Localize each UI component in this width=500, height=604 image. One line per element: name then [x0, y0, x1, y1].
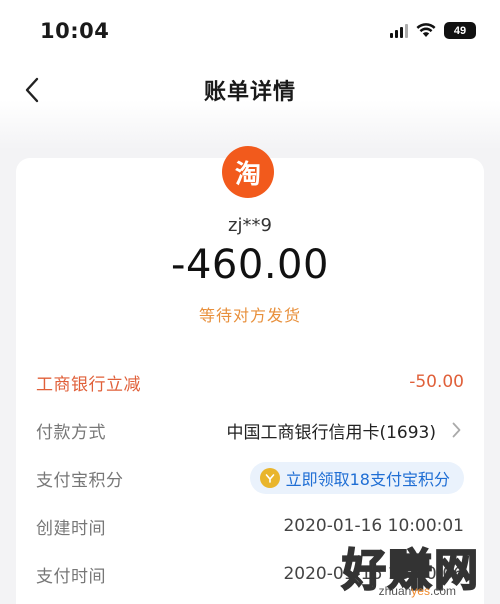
row-value: 2020-01-16 10:00:01	[283, 516, 464, 536]
bill-detail-screen: 10:04 49 账单详情 淘 zj**9 -460.00 等待对方发货 工商银…	[0, 0, 500, 604]
row-value: 2020-01-16 10:00:06	[283, 564, 464, 584]
claim-points-label: 立即领取18支付宝积分	[285, 470, 450, 489]
detail-rows: 工商银行立减 -50.00 付款方式 中国工商银行信用卡(1693) 支付宝积分	[16, 358, 484, 598]
row-label: 创建时间	[36, 518, 106, 539]
merchant-name[interactable]: zj**9	[16, 215, 484, 236]
status-bar: 10:04 49	[0, 0, 500, 62]
claim-points-button[interactable]: 立即领取18支付宝积分	[249, 462, 464, 494]
coin-icon	[259, 468, 280, 488]
row-label: 支付时间	[36, 566, 106, 587]
wifi-icon	[416, 23, 436, 38]
bill-amount: -460.00	[171, 242, 329, 288]
signal-icon	[390, 23, 408, 38]
status-time: 10:04	[40, 19, 110, 43]
row-label: 工商银行立减	[36, 374, 141, 395]
chevron-right-icon	[448, 422, 464, 438]
row-label: 支付宝积分	[36, 470, 124, 491]
order-status: 等待对方发货	[198, 306, 301, 325]
page-title: 账单详情	[203, 80, 296, 105]
row-label: 付款方式	[36, 422, 106, 443]
row-value: -50.00	[409, 372, 464, 392]
detail-row-points: 支付宝积分 立即领取18支付宝积分	[16, 454, 484, 502]
battery-icon: 49	[444, 22, 476, 39]
row-value: 中国工商银行信用卡(1693)	[226, 422, 436, 443]
taobao-logo: 淘	[222, 146, 274, 198]
nav-bar: 账单详情	[0, 62, 500, 118]
detail-row-discount: 工商银行立减 -50.00	[16, 358, 484, 406]
bill-card: 淘 zj**9 -460.00 等待对方发货 工商银行立减 -50.00 付款方…	[16, 146, 484, 604]
detail-row-created-time: 创建时间 2020-01-16 10:00:01	[16, 502, 484, 550]
detail-row-paid-time: 支付时间 2020-01-16 10:00:06	[16, 550, 484, 598]
payment-method-value: 中国工商银行信用卡(1693)	[226, 418, 464, 443]
detail-row-payment-method[interactable]: 付款方式 中国工商银行信用卡(1693)	[16, 406, 484, 454]
status-icons: 49	[390, 22, 476, 39]
